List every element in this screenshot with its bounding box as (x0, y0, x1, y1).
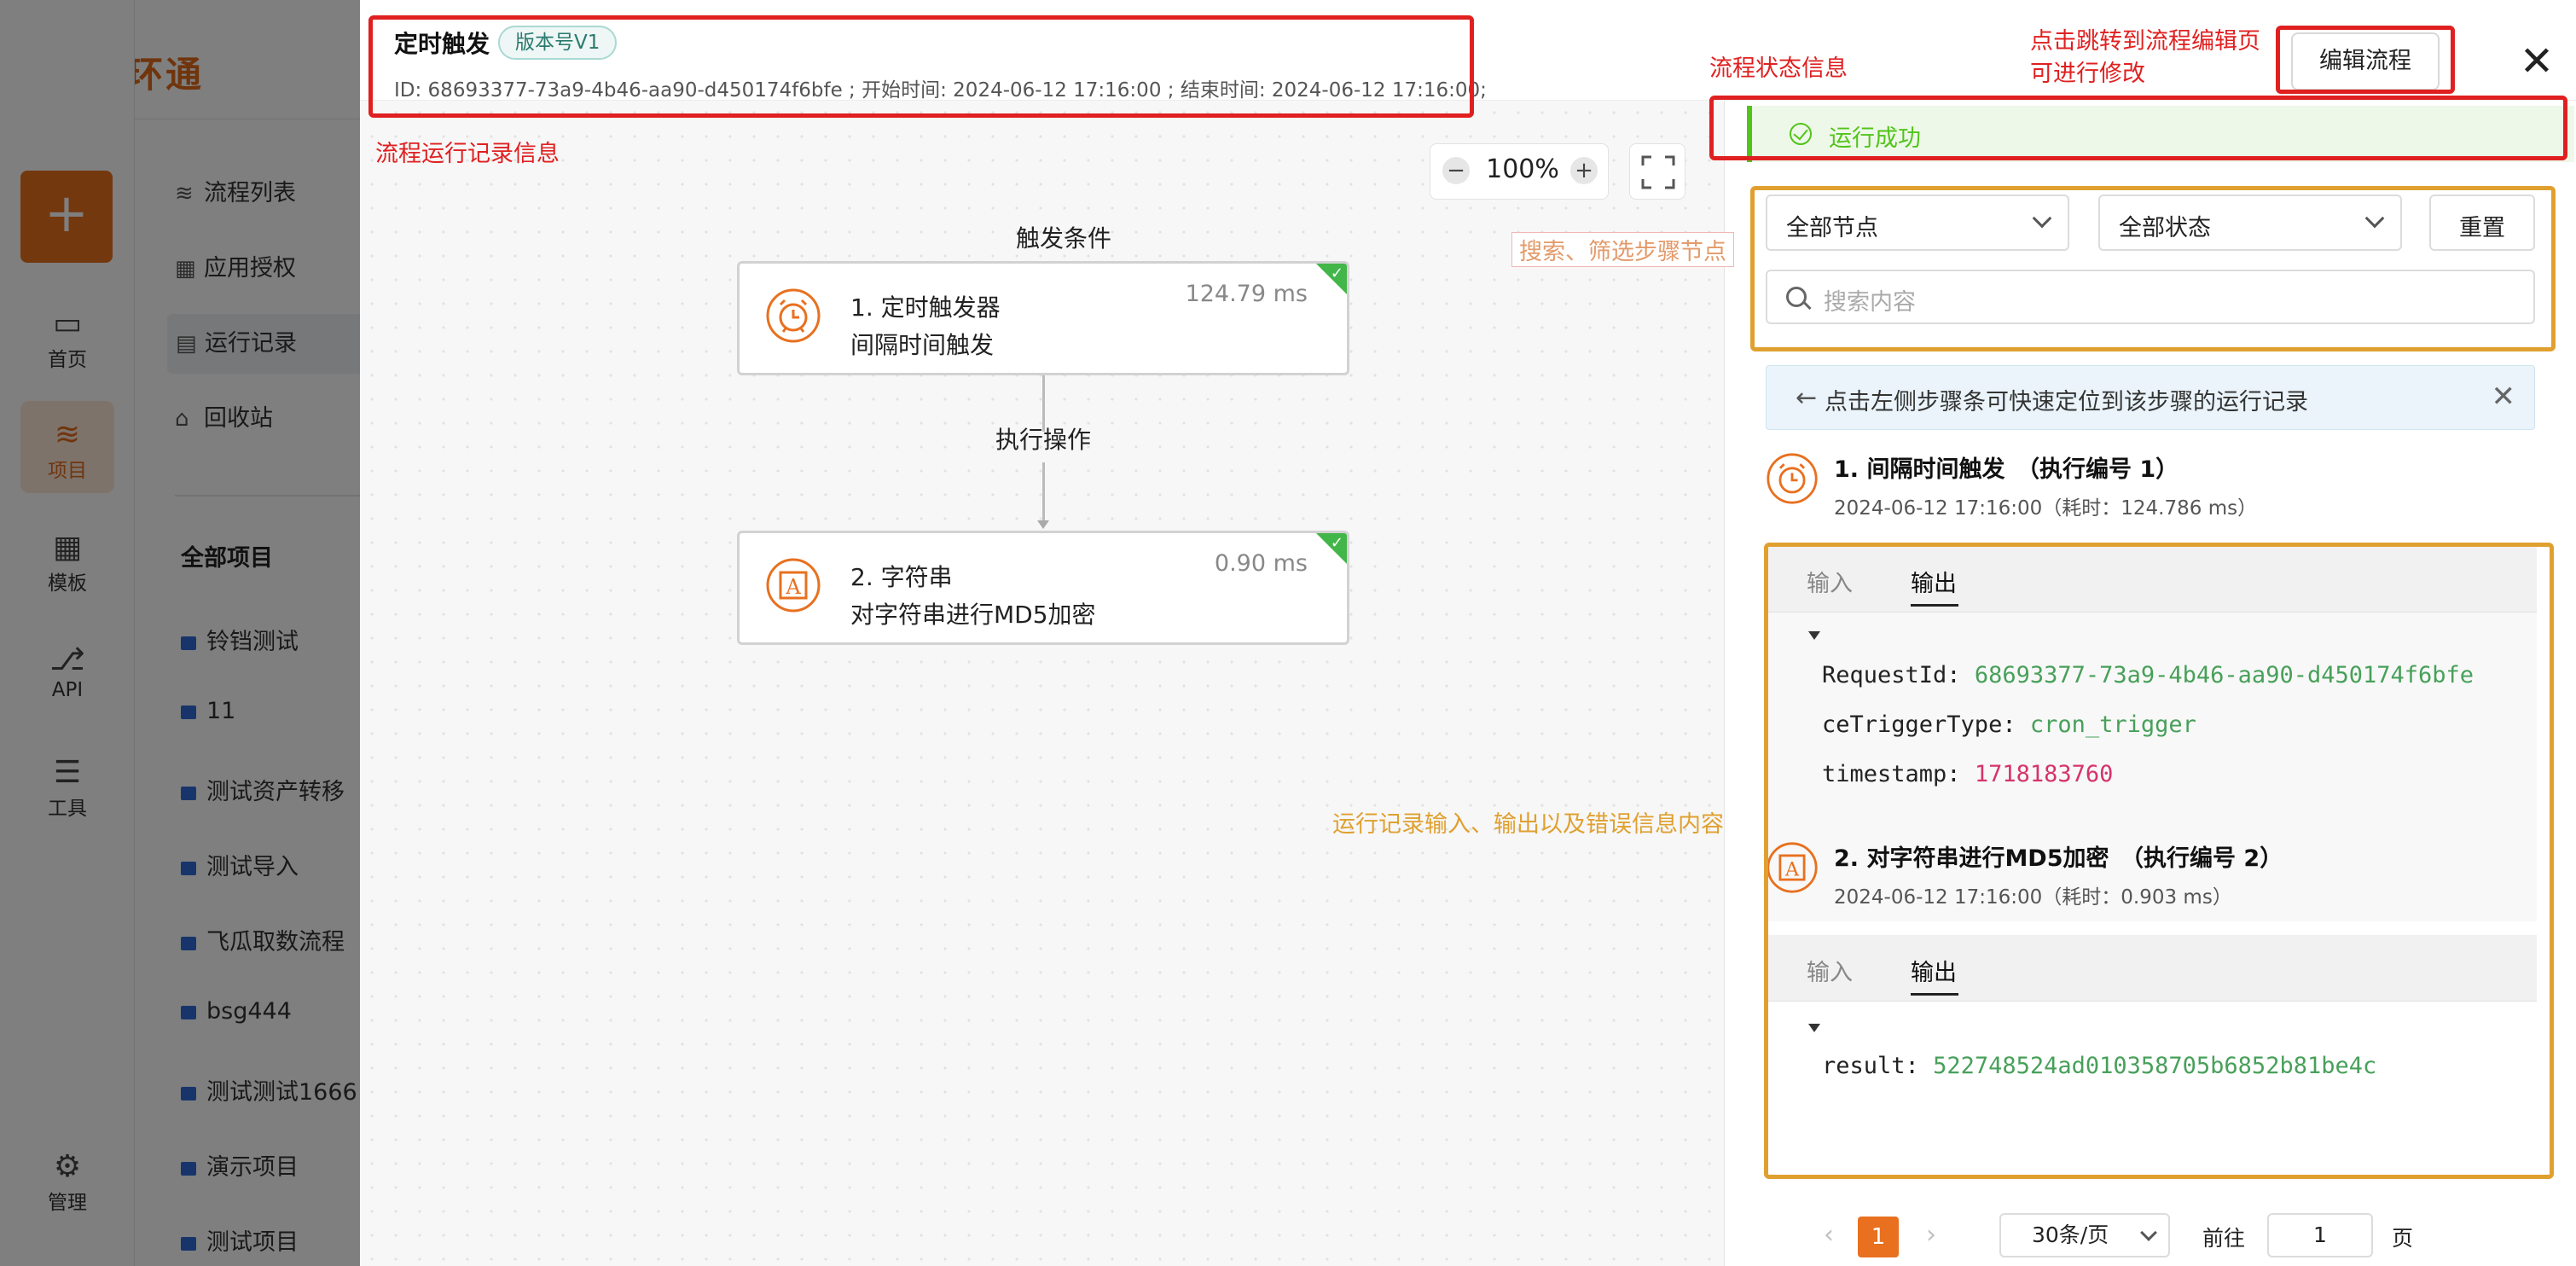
annotation-record-info: 流程运行记录信息 (375, 141, 560, 167)
close-icon[interactable]: ✕ (2492, 380, 2516, 414)
node-duration: 0.90 ms (1214, 550, 1308, 577)
search-icon (1786, 287, 1807, 307)
page-number-current[interactable]: 1 (1858, 1217, 1899, 1257)
pagination: ‹ 1 › 30条/页 前往 1 页 (1725, 1213, 2576, 1257)
flow-canvas[interactable]: − 100% + 触发条件 1. 定时触发器 间隔时间触发 124.79 ms … (360, 101, 1725, 1266)
flow-node-action[interactable]: A 2. 字符串 对字符串进行MD5加密 0.90 ms ✓ (737, 531, 1349, 645)
node-name: 2. 字符串 (850, 563, 953, 591)
action-stage-label: 执行操作 (995, 426, 1091, 454)
goto-label: 前往 (2202, 1226, 2246, 1251)
chevron-right-icon[interactable]: › (1912, 1217, 1950, 1254)
output-json: RequestId: 68693377-73a9-4b46-aa90-d4501… (1766, 613, 2537, 921)
io-tabs: 输入 输出 (1766, 935, 2537, 1002)
step-title[interactable]: 1. 间隔时间触发 （执行编号 1） (1834, 450, 2179, 484)
alarm-clock-icon (1767, 453, 1818, 504)
text-a-icon: A (1767, 842, 1818, 893)
text-a-icon: A (766, 558, 821, 613)
tab-output[interactable]: 输出 (1911, 954, 1957, 987)
chevron-left-icon[interactable]: ‹ (1810, 1217, 1848, 1254)
alarm-clock-icon (766, 288, 821, 343)
tip-bar: ← 点击左侧步骤条可快速定位到该步骤的运行记录 ✕ (1766, 365, 2535, 430)
tab-input[interactable]: 输入 (1807, 954, 1853, 987)
chevron-down-icon (2364, 208, 2385, 229)
step-title[interactable]: 2. 对字符串进行MD5加密 （执行编号 2） (1834, 839, 2283, 873)
fullscreen-button[interactable] (1629, 143, 1685, 200)
annotation-status-info: 流程状态信息 (1709, 55, 1848, 82)
page-label: 页 (2392, 1226, 2414, 1251)
run-log-panel: 运行成功 全部节点 全部状态 重置 搜索内容 ← 点击左侧步骤条可快速定位到该步… (1725, 101, 2576, 1266)
annotation-edit-hint-2: 可进行修改 (2030, 61, 2145, 87)
caret-down-icon[interactable] (1808, 1024, 1820, 1032)
zoom-level: 100% (1486, 154, 1559, 184)
flow-node-trigger[interactable]: 1. 定时触发器 间隔时间触发 124.79 ms ✓ (737, 261, 1349, 375)
search-input[interactable]: 搜索内容 (1766, 270, 2535, 324)
zoom-out-button[interactable]: − (1442, 157, 1470, 184)
svg-text:A: A (785, 575, 801, 599)
json-row: timestamp: 1718183760 (1822, 761, 2114, 787)
chevron-down-icon (2140, 1224, 2157, 1241)
node-filter-select[interactable]: 全部节点 (1766, 195, 2069, 251)
zoom-in-button[interactable]: + (1570, 157, 1598, 184)
status-banner: 运行成功 (1747, 106, 2574, 162)
tab-active-indicator (1911, 993, 1958, 996)
node-description: 间隔时间触发 (850, 331, 995, 359)
tab-output[interactable]: 输出 (1911, 565, 1957, 598)
arrow-left-icon: ← (1796, 383, 1818, 413)
arrow-down-icon (1037, 520, 1049, 529)
page-size-select[interactable]: 30条/页 (1999, 1213, 2170, 1257)
annotation-edit-hint-1: 点击跳转到流程编辑页 (2030, 28, 2260, 55)
io-tabs: 输入 输出 (1766, 546, 2537, 613)
step-time: 2024-06-12 17:16:00（耗时：0.903 ms） (1834, 886, 2232, 909)
node-duration: 124.79 ms (1185, 281, 1308, 307)
node-description: 对字符串进行MD5加密 (850, 601, 1096, 629)
tab-active-indicator (1911, 604, 1958, 607)
goto-page-input[interactable]: 1 (2267, 1213, 2373, 1257)
zoom-control: − 100% + (1430, 143, 1609, 200)
reset-button[interactable]: 重置 (2429, 195, 2535, 251)
annotation-filter-hint: 搜索、筛选步骤节点 (1511, 232, 1734, 267)
step-time: 2024-06-12 17:16:00（耗时：124.786 ms） (1834, 497, 2258, 520)
version-badge: 版本号V1 (498, 26, 618, 60)
node-name: 1. 定时触发器 (850, 293, 1001, 322)
tab-input[interactable]: 输入 (1807, 565, 1853, 598)
run-meta: ID: 68693377-73a9-4b46-aa90-d450174f6bfe… (394, 79, 1487, 102)
json-row: ceTriggerType: cron_trigger (1822, 711, 2196, 738)
fullscreen-icon (1641, 155, 1675, 189)
flow-title: 定时触发 (394, 30, 490, 58)
check-mark-icon: ✓ (1330, 264, 1343, 282)
run-record-drawer: 定时触发 版本号V1 ID: 68693377-73a9-4b46-aa90-d… (360, 0, 2576, 1266)
chevron-down-icon (2032, 208, 2052, 229)
caret-down-icon[interactable] (1808, 631, 1820, 640)
check-circle-icon (1790, 123, 1812, 145)
check-mark-icon: ✓ (1330, 534, 1343, 552)
trigger-stage-label: 触发条件 (1015, 224, 1111, 253)
close-icon[interactable]: ✕ (2513, 38, 2561, 85)
json-row: result: 522748524ad010358705b6852b81be4c (1822, 1053, 2377, 1079)
json-row: RequestId: 68693377-73a9-4b46-aa90-d4501… (1822, 662, 2474, 688)
status-filter-select[interactable]: 全部状态 (2098, 195, 2402, 251)
tip-text: 点击左侧步骤条可快速定位到该步骤的运行记录 (1825, 389, 2308, 415)
status-text: 运行成功 (1829, 125, 1921, 152)
annotation-content-hint: 运行记录输入、输出以及错误信息内容 (1332, 811, 1724, 838)
edit-flow-button[interactable]: 编辑流程 (2291, 32, 2440, 90)
svg-text:A: A (1784, 858, 1800, 880)
connector-line (1042, 462, 1045, 524)
